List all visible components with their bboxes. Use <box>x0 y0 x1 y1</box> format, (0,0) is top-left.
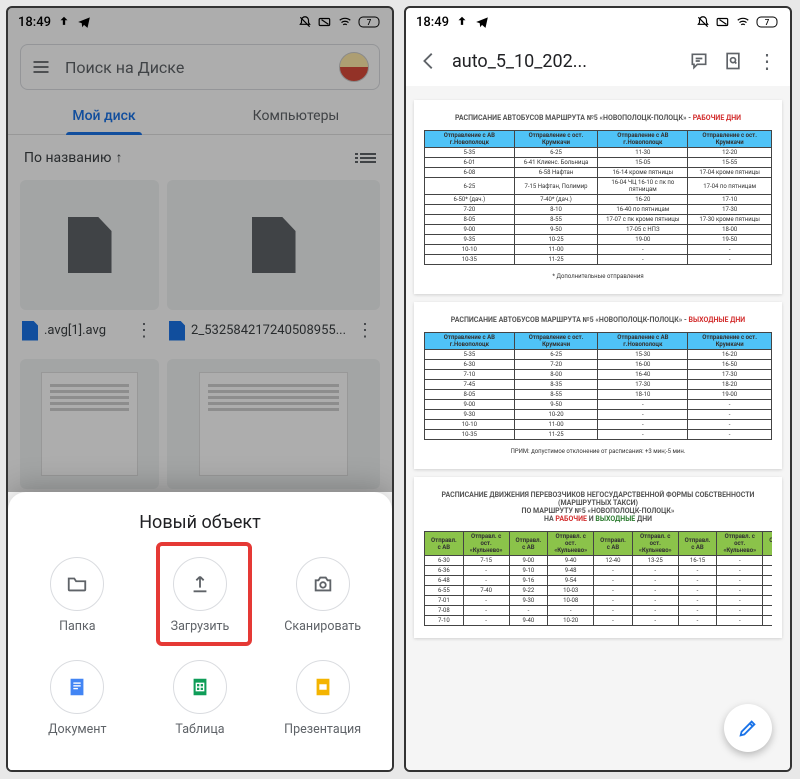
battery-icon: 7 <box>756 16 780 28</box>
status-bar: 18:49 7 <box>8 8 392 36</box>
signal-icon <box>716 15 730 29</box>
account-avatar[interactable] <box>339 52 369 82</box>
comment-icon[interactable] <box>688 50 710 72</box>
file-type-icon <box>169 321 185 341</box>
signal-icon <box>318 15 332 29</box>
new-object-sheet: Новый объект Папка Загрузить Сканировать… <box>8 492 392 770</box>
mute-icon <box>298 15 312 29</box>
tab-computers[interactable]: Компьютеры <box>200 98 392 134</box>
hamburger-icon[interactable] <box>31 57 51 77</box>
sheet-title: Новый объект <box>16 512 384 533</box>
status-time: 18:49 <box>18 15 51 30</box>
file-type-icon <box>22 321 38 341</box>
file-card[interactable]: .avg[1].avg ⋮ <box>20 180 159 351</box>
pdf-page: РАСПИСАНИЕ АВТОБУСОВ МАРШРУТА №5 «НОВОПО… <box>414 100 782 294</box>
file-thumbnail-icon <box>252 217 296 273</box>
telegram-status-icon <box>475 15 489 29</box>
upload-status-icon <box>57 15 71 29</box>
telegram-status-icon <box>77 15 91 29</box>
phone-pdf-viewer: 18:49 7 auto_5_10_202... ⋮ РАСПИСАНИЕ АВ… <box>404 6 792 772</box>
camera-icon <box>312 573 334 595</box>
schedule-table-weekend: Отправление с АВ г.НовополоцкОтправление… <box>424 332 772 440</box>
action-sheet[interactable]: Таблица <box>139 654 262 743</box>
pdf-scroll-view[interactable]: РАСПИСАНИЕ АВТОБУСОВ МАРШРУТА №5 «НОВОПО… <box>406 86 790 770</box>
pencil-icon <box>737 717 759 739</box>
viewer-toolbar: auto_5_10_202... ⋮ <box>406 36 790 86</box>
file-name: .avg[1].avg <box>44 323 125 338</box>
battery-icon: 7 <box>358 16 382 28</box>
back-icon[interactable] <box>418 50 440 72</box>
file-more-icon[interactable]: ⋮ <box>131 320 157 341</box>
file-card[interactable] <box>167 359 380 489</box>
drive-tabs: Мой диск Компьютеры <box>8 98 392 135</box>
svg-text:7: 7 <box>765 18 770 27</box>
sort-row: По названию ↑ <box>8 135 392 180</box>
slides-icon <box>312 676 334 698</box>
wifi-icon <box>736 15 750 29</box>
file-thumbnail-icon <box>68 217 112 273</box>
pdf-page: РАСПИСАНИЕ ДВИЖЕНИЯ ПЕРЕВОЗЧИКОВ НЕГОСУД… <box>414 477 782 638</box>
schedule-table-workdays: Отправление с АВ г.НовополоцкОтправление… <box>424 130 772 265</box>
schedule-table-taxi: Отправл. с АВОтправл. с ост. «Кульнево»О… <box>424 531 772 626</box>
action-document[interactable]: Документ <box>16 654 139 743</box>
action-upload[interactable]: Загрузить <box>139 551 262 640</box>
phone-drive: 18:49 7 Поиск на Диске Мой диск <box>6 6 394 772</box>
action-scan[interactable]: Сканировать <box>261 551 384 640</box>
search-placeholder: Поиск на Диске <box>65 58 325 77</box>
file-card[interactable]: 2_532584217240508955... ⋮ <box>167 180 380 351</box>
status-time: 18:49 <box>416 15 449 30</box>
file-more-icon[interactable]: ⋮ <box>352 320 378 341</box>
sort-button[interactable]: По названию ↑ <box>24 149 122 166</box>
docs-icon <box>66 676 88 698</box>
action-slides[interactable]: Презентация <box>261 654 384 743</box>
upload-status-icon <box>455 15 469 29</box>
view-toggle-icon[interactable] <box>360 153 376 163</box>
sheets-icon <box>189 676 211 698</box>
pdf-page: РАСПИСАНИЕ АВТОБУСОВ МАРШРУТА №5 «НОВОПО… <box>414 302 782 469</box>
folder-icon <box>66 573 88 595</box>
upload-icon <box>189 573 211 595</box>
status-bar: 18:49 7 <box>406 8 790 36</box>
document-title: auto_5_10_202... <box>452 51 676 72</box>
more-icon[interactable]: ⋮ <box>756 50 778 72</box>
edit-fab[interactable] <box>724 704 772 752</box>
wifi-icon <box>338 15 352 29</box>
file-name: 2_532584217240508955... <box>191 323 346 338</box>
drive-search-bar[interactable]: Поиск на Диске <box>20 44 380 90</box>
tab-my-disk[interactable]: Мой диск <box>8 98 200 134</box>
action-folder[interactable]: Папка <box>16 551 139 640</box>
search-in-doc-icon[interactable] <box>722 50 744 72</box>
mute-icon <box>696 15 710 29</box>
svg-text:7: 7 <box>367 18 372 27</box>
file-card[interactable] <box>20 359 159 489</box>
